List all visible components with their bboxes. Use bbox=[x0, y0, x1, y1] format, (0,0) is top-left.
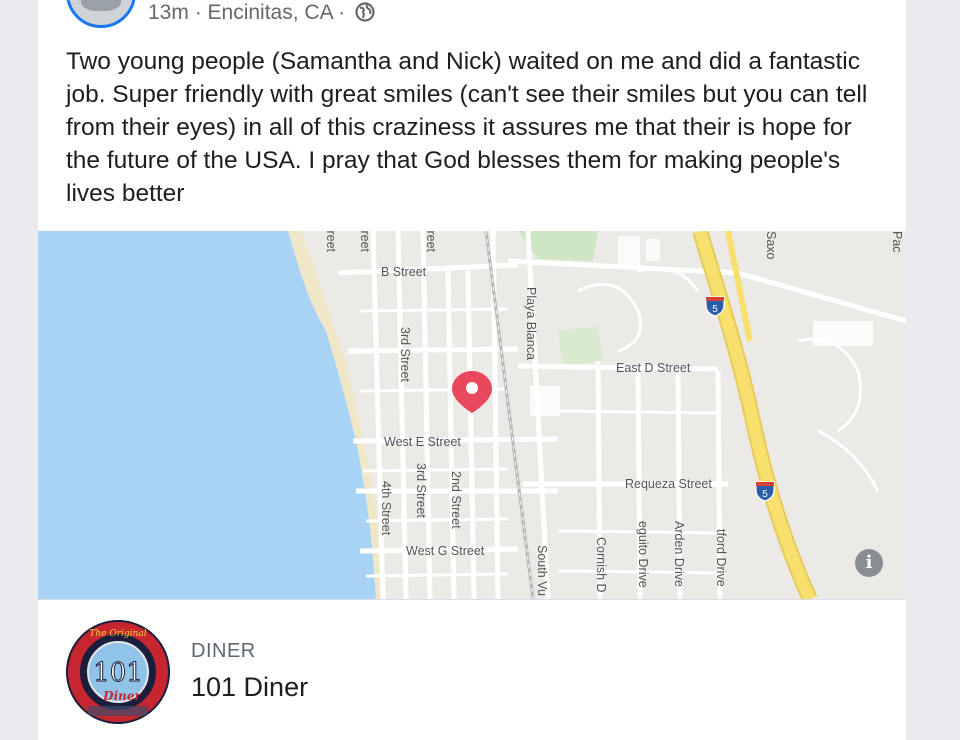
street-label: Arden Drive bbox=[672, 521, 686, 587]
street-label: Pac bbox=[890, 231, 904, 253]
street-label: West E Street bbox=[384, 435, 461, 449]
street-label: tford Drive bbox=[714, 529, 728, 587]
street-label: treet bbox=[424, 231, 438, 253]
street-label: Saxo bbox=[764, 231, 778, 260]
logo-bottom-text: Diner bbox=[102, 689, 142, 703]
post-text: Two young people (Samantha and Nick) wai… bbox=[66, 48, 868, 207]
interstate-shield-icon: 5 bbox=[704, 295, 726, 317]
street-label: Playa Blanca bbox=[524, 287, 538, 360]
svg-text:5: 5 bbox=[712, 304, 718, 315]
street-label: East D Street bbox=[616, 361, 691, 375]
post-card: 13m · Encinitas, CA · Two young people (… bbox=[38, 0, 906, 740]
street-label: 4th Street bbox=[379, 481, 393, 536]
street-label: treet bbox=[324, 231, 338, 253]
post-meta: 13m · Encinitas, CA · bbox=[148, 1, 375, 28]
meta-separator: · bbox=[188, 1, 208, 24]
street-label: treet bbox=[358, 231, 372, 253]
place-logo[interactable]: The Original 101 Diner bbox=[66, 620, 170, 724]
post-location[interactable]: Encinitas, CA bbox=[208, 1, 333, 24]
street-label: Cornish D bbox=[594, 537, 608, 593]
interstate-shield-icon: 5 bbox=[754, 480, 776, 502]
post-timestamp[interactable]: 13m bbox=[148, 1, 189, 24]
place-attachment[interactable]: The Original 101 Diner DINER 101 Diner bbox=[38, 599, 906, 740]
post-header: 13m · Encinitas, CA · bbox=[38, 0, 906, 32]
globe-icon[interactable] bbox=[355, 2, 375, 28]
place-category: DINER bbox=[191, 640, 256, 662]
street-label: eguito Drive bbox=[636, 521, 650, 588]
street-label: West G Street bbox=[406, 544, 485, 558]
street-label: Requeza Street bbox=[625, 477, 712, 491]
profile-avatar[interactable] bbox=[66, 0, 136, 28]
logo-number: 101 bbox=[93, 658, 143, 688]
map-info-button[interactable]: i bbox=[855, 549, 883, 577]
svg-text:5: 5 bbox=[762, 489, 768, 500]
place-name[interactable]: 101 Diner bbox=[191, 672, 308, 703]
logo-top-text: The Original bbox=[89, 629, 146, 639]
meta-separator: · bbox=[332, 1, 352, 24]
street-label: South Vu bbox=[535, 545, 549, 596]
street-label: 3rd Street bbox=[414, 463, 428, 518]
street-label: B Street bbox=[381, 265, 427, 279]
street-label: 3rd Street bbox=[398, 327, 412, 382]
map[interactable]: 5 5 B Street East D Street West E Street… bbox=[38, 231, 906, 599]
park bbox=[558, 326, 603, 366]
street-label: 2nd Street bbox=[449, 471, 463, 529]
